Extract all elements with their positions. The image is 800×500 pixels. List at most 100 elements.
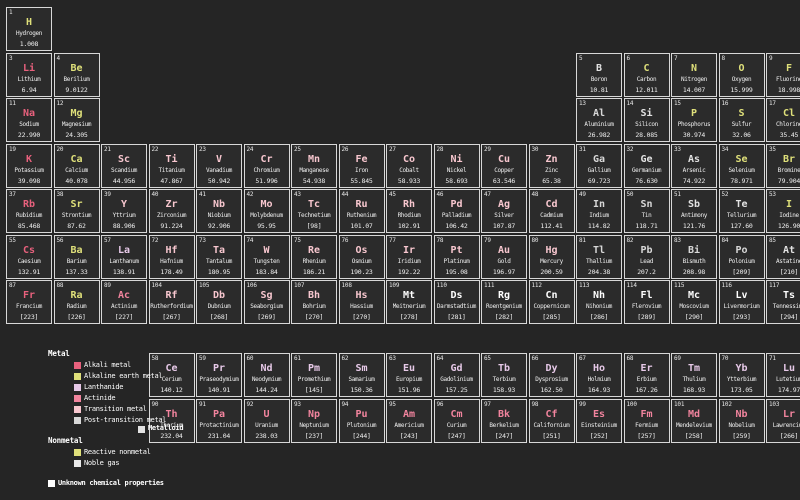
element-cell-al[interactable]: 13 Al Aluminium 26.982 xyxy=(576,98,622,142)
element-cell-yb[interactable]: 70 Yb Ytterbium 173.05 xyxy=(718,353,765,397)
element-cell-k[interactable]: 19 K Potassium 39.098 xyxy=(6,143,52,188)
element-cell-f[interactable]: 9 F Fluorine 18.998 xyxy=(766,52,800,97)
element-cell-nd[interactable]: 60 Nd Neodymium 144.24 xyxy=(243,353,290,397)
element-cell-cd[interactable]: 48 Cd Cadmium 112.41 xyxy=(528,189,575,233)
element-cell-lr[interactable]: 103LrLawrencium [266] xyxy=(766,398,800,443)
element-cell-ca[interactable]: 20 Ca Calcium 40.078 xyxy=(53,143,100,188)
element-cell-mg[interactable]: 12 Mg Magnesium 24.305 xyxy=(53,98,100,142)
element-cell-mc[interactable]: 115 Mc Moscovium [290] xyxy=(671,280,717,324)
element-cell-zn[interactable]: 30 Zn Zinc 65.38 xyxy=(528,143,575,188)
element-cell-w[interactable]: 74 W Tungsten 183.84 xyxy=(243,234,290,279)
element-cell-sr[interactable]: 38 Sr Strontium 87.62 xyxy=(53,189,100,233)
element-cell-ag[interactable]: 47 Ag Silver 107.87 xyxy=(481,189,527,233)
element-cell-hs[interactable]: 108 Hs Hassium [270] xyxy=(338,280,385,324)
element-cell-nb[interactable]: 41 Nb Niobium 92.906 xyxy=(196,189,242,233)
element-cell-sg[interactable]: 106 Sg Seaborgium [269] xyxy=(243,280,290,324)
element-cell-eu[interactable]: 63 Eu Europium 151.96 xyxy=(386,353,432,397)
element-cell-nh[interactable]: 113 Nh Nihonium [286] xyxy=(576,280,622,324)
element-cell-pb[interactable]: 82 Pb Lead 207.2 xyxy=(623,234,670,279)
element-cell-fe[interactable]: 26 Fe Iron 55.845 xyxy=(338,143,385,188)
element-cell-be[interactable]: 4 Be Berilium 9.0122 xyxy=(53,52,100,97)
legend-item-alkaline[interactable]: Alkaline earth metal xyxy=(74,371,228,382)
element-cell-np[interactable]: 93 Np Neptunium [237] xyxy=(291,398,337,443)
element-cell-au[interactable]: 79 Au Gold 196.97 xyxy=(481,234,527,279)
element-cell-ba[interactable]: 56 Ba Barium 137.33 xyxy=(53,234,100,279)
element-cell-fl[interactable]: 114 Fl Flerovium [289] xyxy=(623,280,670,324)
element-cell-fr[interactable]: 87 Fr Francium [223] xyxy=(6,280,52,324)
element-cell-zr[interactable]: 40 Zr Zirconium 91.224 xyxy=(148,189,195,233)
element-cell-dy[interactable]: 66 Dy Dysprosium 162.50 xyxy=(528,353,575,397)
element-cell-s[interactable]: 16 S Sulfur 32.06 xyxy=(718,98,765,142)
legend-item-lanthanide[interactable]: Lanthanide xyxy=(74,382,228,393)
element-cell-sb[interactable]: 51 Sb Antimony 121.76 xyxy=(671,189,717,233)
element-cell-p[interactable]: 15 P Phosphorus 30.974 xyxy=(671,98,717,142)
element-cell-si[interactable]: 14 Si Silicon 28.085 xyxy=(623,98,670,142)
element-cell-ra[interactable]: 88 Ra Radium [226] xyxy=(53,280,100,324)
element-cell-ho[interactable]: 67 Ho Holmium 164.93 xyxy=(576,353,622,397)
element-cell-re[interactable]: 75 Re Rhenium 186.21 xyxy=(291,234,337,279)
element-cell-as[interactable]: 33 As Arsenic 74.922 xyxy=(671,143,717,188)
element-cell-tc[interactable]: 43 Tc Technetium [98] xyxy=(291,189,337,233)
element-cell-cs[interactable]: 55 Cs Caesium 132.91 xyxy=(6,234,52,279)
element-cell-mt[interactable]: 109 Mt Meitnerium [278] xyxy=(386,280,432,324)
legend-item-metalloid[interactable]: Metalloid xyxy=(138,424,184,433)
element-cell-ge[interactable]: 32 Ge Germanium 76.630 xyxy=(623,143,670,188)
element-cell-lv[interactable]: 116 Lv Livermorium [293] xyxy=(718,280,765,324)
element-cell-se[interactable]: 34 Se Selenium 78.971 xyxy=(718,143,765,188)
element-cell-es[interactable]: 99 Es Einsteinium [252] xyxy=(576,398,622,443)
element-cell-bk[interactable]: 97 Bk Berkelium [247] xyxy=(481,398,527,443)
element-cell-er[interactable]: 68 Er Erbium 167.26 xyxy=(623,353,670,397)
element-cell-ts[interactable]: 117Ts Tennessine [294] xyxy=(766,280,800,324)
element-cell-gd[interactable]: 64 Gd Gadolinium 157.25 xyxy=(433,353,480,397)
element-cell-mn[interactable]: 25 Mn Manganese 54.938 xyxy=(291,143,337,188)
element-cell-rh[interactable]: 45 Rh Rhodium 102.91 xyxy=(386,189,432,233)
element-cell-co[interactable]: 27 Co Cobalt 58.933 xyxy=(386,143,432,188)
element-cell-cu[interactable]: 29 Cu Copper 63.546 xyxy=(481,143,527,188)
element-cell-n[interactable]: 7 N Nitrogen 14.007 xyxy=(671,52,717,97)
element-cell-nb[interactable]: 102 Nb Nobelium [259] xyxy=(718,398,765,443)
element-cell-bh[interactable]: 107 Bh Bohrium [270] xyxy=(291,280,337,324)
element-cell-at[interactable]: 85 At Astatine [210] xyxy=(766,234,800,279)
element-cell-cn[interactable]: 112 Cn Coppernicum [285] xyxy=(528,280,575,324)
element-cell-br[interactable]: 35 Br Bromine 79.904 xyxy=(766,143,800,188)
element-cell-ta[interactable]: 73 Ta Tantalum 180.95 xyxy=(196,234,242,279)
element-cell-i[interactable]: 53 I Iodine 126.90 xyxy=(766,189,800,233)
element-cell-sc[interactable]: 21 Sc Scandium 44.956 xyxy=(101,143,147,188)
element-cell-db[interactable]: 105 Db Dubnium [268] xyxy=(196,280,242,324)
element-cell-tm[interactable]: 69 Tm Thulium 168.93 xyxy=(671,353,717,397)
element-cell-pt[interactable]: 78 Pt Platinum 195.08 xyxy=(433,234,480,279)
legend-item-alkali[interactable]: Alkali metal xyxy=(74,360,228,371)
element-cell-la[interactable]: 57 La Lanthanum 138.91 xyxy=(101,234,147,279)
element-cell-te[interactable]: 52 Te Tellurium 127.60 xyxy=(718,189,765,233)
element-cell-ti[interactable]: 22 Ti Titanium 47.867 xyxy=(148,143,195,188)
element-cell-sm[interactable]: 62 Sm Samarium 150.36 xyxy=(338,353,385,397)
element-cell-os[interactable]: 76 Os Osmium 190.23 xyxy=(338,234,385,279)
element-cell-na[interactable]: 11 Na Sodium 22.990 xyxy=(6,98,52,142)
element-cell-ga[interactable]: 31 Ga Gallium 69.723 xyxy=(576,143,622,188)
legend-item-transition[interactable]: Transition metal xyxy=(74,404,228,415)
element-cell-tb[interactable]: 65 Tb Terbium 158.93 xyxy=(481,353,527,397)
element-cell-bi[interactable]: 83 Bi Bismuth 208.98 xyxy=(671,234,717,279)
legend-item-unknown[interactable]: Unknown chemical properties xyxy=(48,478,228,489)
element-cell-in[interactable]: 49 In Indium 114.82 xyxy=(576,189,622,233)
element-cell-ir[interactable]: 77 Ir Iridium 192.22 xyxy=(386,234,432,279)
element-cell-po[interactable]: 84 Po Polonium [209] xyxy=(718,234,765,279)
element-cell-v[interactable]: 23 V Vanadium 50.942 xyxy=(196,143,242,188)
element-cell-y[interactable]: 39 Y Yttrium 88.906 xyxy=(101,189,147,233)
element-cell-pd[interactable]: 46 Pd Palladium 106.42 xyxy=(433,189,480,233)
element-cell-ds[interactable]: 110 Ds Darmstadtium [281] xyxy=(433,280,480,324)
element-cell-rb[interactable]: 37 Rb Rubidium 85.468 xyxy=(6,189,52,233)
legend-item-reactive[interactable]: Reactive nonmetal xyxy=(74,447,228,458)
element-cell-mo[interactable]: 42 Mo Molybdenum 95.95 xyxy=(243,189,290,233)
element-cell-pu[interactable]: 94 Pu Plutonium [244] xyxy=(338,398,385,443)
element-cell-ru[interactable]: 44 Ru Ruthenium 101.07 xyxy=(338,189,385,233)
element-cell-cl[interactable]: 17 Cl Chlorine 35.45 xyxy=(766,98,800,142)
element-cell-rf[interactable]: 104 Rf Rutherfordium [267] xyxy=(148,280,195,324)
element-cell-fm[interactable]: 100 Fm Fermium [257] xyxy=(623,398,670,443)
element-cell-ac[interactable]: 89 Ac Actinium [227] xyxy=(101,280,147,324)
element-cell-cr[interactable]: 24 Cr Chromium 51.996 xyxy=(243,143,290,188)
element-cell-cf[interactable]: 98 Cf Californium [251] xyxy=(528,398,575,443)
legend-item-noble[interactable]: Noble gas xyxy=(74,458,228,469)
element-cell-cm[interactable]: 96 Cm Curium [247] xyxy=(433,398,480,443)
element-cell-c[interactable]: 6 C Carbon 12.011 xyxy=(623,52,670,97)
